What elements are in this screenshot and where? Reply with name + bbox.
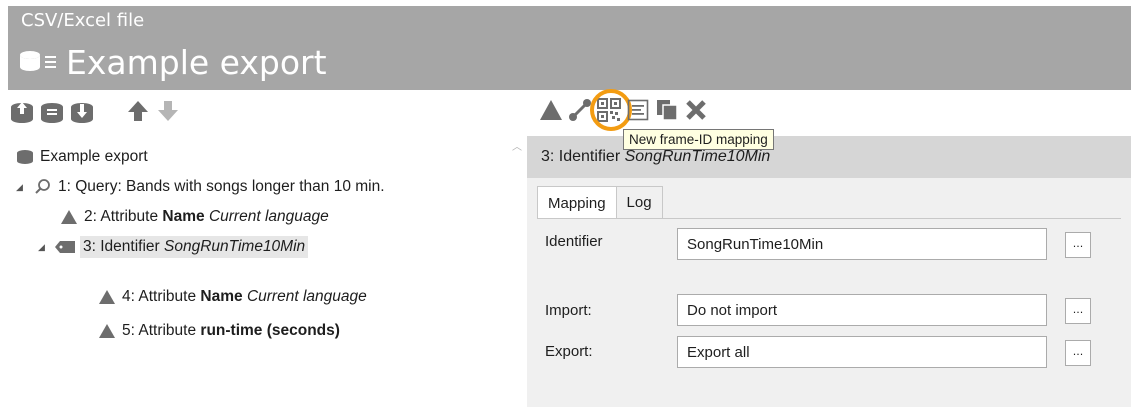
- label-italic: Current language: [208, 208, 329, 225]
- export-field[interactable]: Export all: [677, 336, 1047, 368]
- tag-icon: [54, 237, 76, 257]
- import-label: Import:: [545, 302, 592, 319]
- identifier-browse-button[interactable]: ...: [1065, 232, 1091, 258]
- tab-log[interactable]: Log: [615, 186, 663, 218]
- frame-id-mapping-icon[interactable]: [590, 89, 632, 131]
- tree-item-attribute-5[interactable]: 5: Attribute run-time (seconds): [96, 316, 340, 346]
- label-italic: Current language: [246, 288, 367, 305]
- label-bold: Name: [162, 208, 205, 225]
- label-prefix: 5: Attribute: [122, 322, 201, 339]
- search-icon: [32, 177, 54, 197]
- detail-toolbar: [538, 88, 712, 132]
- tree-toolbar: [8, 92, 184, 130]
- panel-header: 3: Identifier SongRunTime10Min: [527, 136, 1131, 178]
- tooltip: New frame-ID mapping: [623, 129, 774, 150]
- copy-icon[interactable]: [654, 95, 680, 125]
- panel-title-italic: SongRunTime10Min: [624, 148, 771, 165]
- tree-item-label: Example export: [40, 148, 148, 165]
- attribute-icon: [96, 321, 118, 341]
- tab-divider: [537, 218, 1121, 219]
- list-icon[interactable]: [625, 95, 651, 125]
- import-field[interactable]: Do not import: [677, 294, 1047, 326]
- delete-icon[interactable]: [683, 95, 709, 125]
- export-down-icon[interactable]: [68, 96, 96, 126]
- collapse-arrow-icon[interactable]: ◢: [16, 182, 28, 193]
- move-down-icon[interactable]: [154, 96, 182, 126]
- tree-item-label: 3: Identifier SongRunTime10Min: [80, 236, 309, 258]
- import-browse-button[interactable]: ...: [1065, 298, 1091, 324]
- attribute-icon: [96, 287, 118, 307]
- attribute-icon: [58, 207, 80, 227]
- collapse-arrow-icon[interactable]: ◢: [38, 242, 50, 253]
- export-browse-button[interactable]: ...: [1065, 340, 1091, 366]
- tree-item-label: 1: Query: Bands with songs longer than 1…: [58, 178, 385, 195]
- tab-mapping[interactable]: Mapping: [537, 186, 617, 219]
- page-title: Example export: [66, 42, 327, 82]
- tree-item-identifier-3[interactable]: ◢ 3: Identifier SongRunTime10Min: [38, 232, 309, 262]
- tree-item-label: 5: Attribute run-time (seconds): [122, 322, 340, 340]
- tree-item-query[interactable]: ◢ 1: Query: Bands with songs longer than…: [16, 172, 385, 202]
- export-middle-icon[interactable]: [38, 96, 66, 126]
- tree-item-label: 4: Attribute Name Current language: [122, 288, 367, 306]
- export-label: Export:: [545, 343, 593, 360]
- label-bold: Name: [200, 288, 243, 305]
- label-prefix: 4: Attribute: [122, 288, 201, 305]
- header-title-row: Example export: [18, 40, 327, 84]
- tree-item-label: 2: Attribute Name Current language: [84, 208, 329, 226]
- header-bar: CSV/Excel file Example export: [8, 6, 1131, 90]
- label-prefix: 3: Identifier: [83, 238, 164, 255]
- label-bold: run-time (seconds): [200, 322, 340, 339]
- label-italic: SongRunTime10Min: [164, 238, 306, 255]
- panel-title-prefix: 3: Identifier: [541, 148, 625, 165]
- database-list-icon: [18, 45, 60, 79]
- tree-item-attribute-2[interactable]: 2: Attribute Name Current language: [58, 202, 329, 232]
- tab-bar: Mapping Log: [537, 186, 663, 219]
- scroll-up-icon[interactable]: ︿: [512, 138, 522, 153]
- identifier-label: Identifier: [545, 233, 603, 250]
- tree-item-attribute-4[interactable]: 4: Attribute Name Current language: [96, 282, 367, 312]
- label-prefix: 2: Attribute: [84, 208, 163, 225]
- database-icon: [14, 147, 36, 167]
- header-subtitle: CSV/Excel file: [21, 10, 145, 31]
- move-up-icon[interactable]: [124, 96, 152, 126]
- export-up-icon[interactable]: [8, 96, 36, 126]
- panel-title: 3: Identifier SongRunTime10Min: [541, 148, 770, 166]
- tree-item-root[interactable]: Example export: [14, 142, 148, 172]
- attribute-icon[interactable]: [538, 95, 564, 125]
- details-panel: 3: Identifier SongRunTime10Min Mapping L…: [527, 136, 1131, 407]
- identifier-field[interactable]: SongRunTime10Min: [677, 228, 1047, 260]
